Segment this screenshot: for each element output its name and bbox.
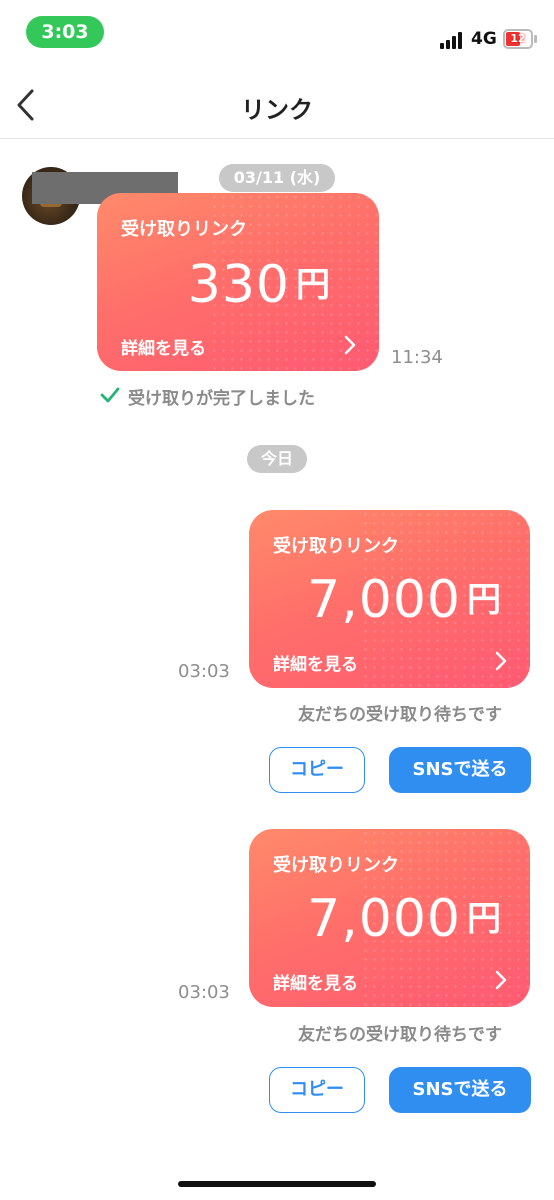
amount-value: 7,000 xyxy=(307,889,461,949)
home-indicator xyxy=(178,1181,376,1187)
card-amount: 7,000 円 xyxy=(307,570,502,630)
amount-value: 7,000 xyxy=(307,570,461,630)
chevron-right-icon xyxy=(494,650,508,672)
network-type: 4G xyxy=(471,29,497,49)
completed-status: 受け取りが完了しました xyxy=(128,389,315,409)
signal-icon xyxy=(440,31,466,49)
chevron-right-icon xyxy=(494,969,508,991)
sns-send-button[interactable]: SNSで送る xyxy=(389,1067,531,1113)
detail-link[interactable]: 詳細を見る xyxy=(273,969,358,994)
nav-bar: リンク xyxy=(0,70,554,139)
page-title: リンク xyxy=(241,96,313,124)
message-time: 03:03 xyxy=(178,661,230,682)
received-link-card[interactable]: 受け取りリンク 330 円 詳細を見る xyxy=(97,193,379,371)
pending-status: 友だちの受け取り待ちです xyxy=(298,705,502,725)
detail-link[interactable]: 詳細を見る xyxy=(273,650,358,675)
message-time: 11:34 xyxy=(391,347,443,368)
chevron-right-icon xyxy=(343,334,357,356)
card-title: 受け取りリンク xyxy=(273,855,399,876)
date-badge-today: 今日 xyxy=(247,445,307,473)
copy-button[interactable]: コピー xyxy=(269,747,365,793)
sent-link-card[interactable]: 受け取りリンク 7,000 円 詳細を見る xyxy=(249,510,530,688)
copy-button[interactable]: コピー xyxy=(269,1067,365,1113)
card-amount: 7,000 円 xyxy=(307,889,502,949)
battery-nub xyxy=(534,35,537,43)
sns-send-button[interactable]: SNSで送る xyxy=(389,747,531,793)
status-time: 3:03 xyxy=(26,16,104,48)
card-amount: 330 円 xyxy=(188,255,331,315)
detail-link[interactable]: 詳細を見る xyxy=(121,334,206,359)
currency-label: 円 xyxy=(296,265,331,305)
currency-label: 円 xyxy=(467,580,502,620)
card-title: 受け取りリンク xyxy=(273,536,399,557)
card-title: 受け取りリンク xyxy=(121,219,247,240)
check-icon xyxy=(100,386,120,404)
message-time: 03:03 xyxy=(178,982,230,1003)
pending-status: 友だちの受け取り待ちです xyxy=(298,1025,502,1045)
amount-value: 330 xyxy=(187,255,290,315)
battery-icon: 12 xyxy=(503,29,533,49)
date-badge-first: 03/11 (水) xyxy=(219,164,335,192)
status-bar: 3:03 4G 12 xyxy=(0,0,554,70)
sent-link-card[interactable]: 受け取りリンク 7,000 円 詳細を見る xyxy=(249,829,530,1007)
currency-label: 円 xyxy=(467,899,502,939)
battery-level-text: 12 xyxy=(510,32,526,45)
